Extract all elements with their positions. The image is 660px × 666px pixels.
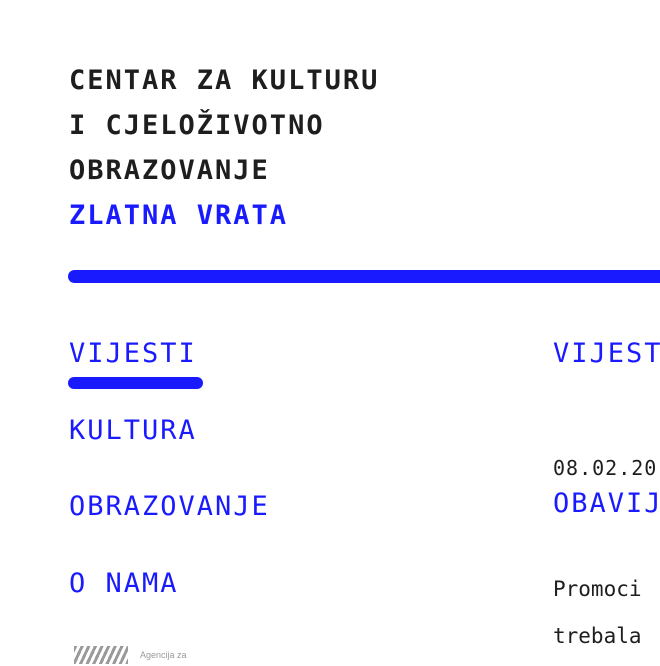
site-subtitle: ZLATNA VRATA xyxy=(69,200,289,231)
nav-active-indicator xyxy=(68,377,203,389)
agency-logo-text: Agencija za xyxy=(140,650,187,660)
news-date: 08.02.20 xyxy=(553,456,658,480)
site-title-line-2: I CJELOŽIVOTNO xyxy=(69,110,325,141)
agency-logo[interactable]: Agencija za xyxy=(74,646,204,666)
news-excerpt-line-1: Promoci xyxy=(553,577,642,601)
nav-item-vijesti[interactable]: VIJESTI xyxy=(69,338,197,370)
header-divider xyxy=(68,270,660,283)
news-excerpt-line-2: trebala xyxy=(553,624,642,648)
site-title[interactable]: CENTAR ZA KULTURU I CJELOŽIVOTNO OBRAZOV… xyxy=(69,58,379,238)
news-excerpt: Promoci trebala xyxy=(553,566,642,660)
nav-item-kultura[interactable]: KULTURA xyxy=(69,415,197,447)
site-title-line-1: CENTAR ZA KULTURU xyxy=(69,65,380,96)
news-title-link[interactable]: OBAVIJ xyxy=(553,488,660,520)
site-title-line-3: OBRAZOVANJE xyxy=(69,155,270,186)
nav-item-obrazovanje[interactable]: OBRAZOVANJE xyxy=(69,491,270,523)
nav-item-o-nama[interactable]: O NAMA xyxy=(69,568,179,600)
agency-logo-mark xyxy=(74,646,128,664)
section-heading: VIJEST xyxy=(553,338,660,369)
